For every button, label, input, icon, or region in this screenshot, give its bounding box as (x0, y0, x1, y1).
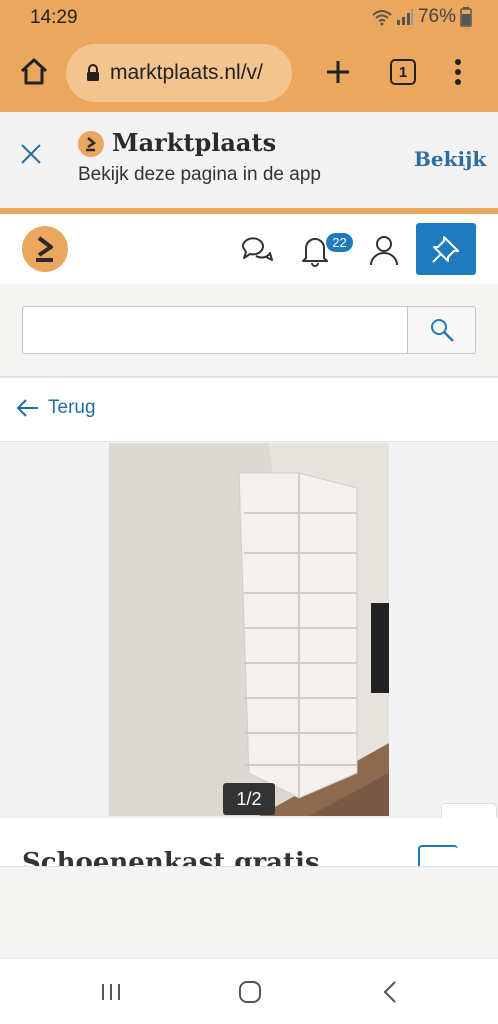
status-bar: 14:29 76% (0, 0, 498, 36)
bell-icon[interactable] (300, 233, 330, 267)
arrow-left-icon (16, 399, 38, 417)
battery-icon (460, 7, 472, 27)
app-banner-title: Marktplaats (112, 128, 277, 157)
chat-icon[interactable] (240, 232, 274, 266)
listing-action-button[interactable] (418, 845, 458, 866)
search-button[interactable] (407, 306, 476, 354)
lock-icon (87, 64, 99, 81)
browser-toolbar: marktplaats.nl/v/ 1 (0, 36, 498, 112)
wifi-icon (372, 10, 392, 26)
listing-photo[interactable] (109, 443, 389, 816)
signal-icon (396, 9, 413, 25)
address-bar[interactable]: marktplaats.nl/v/ (66, 44, 292, 102)
notification-badge: 22 (326, 233, 353, 252)
listing-title: Schoenenkast gratis (22, 848, 320, 866)
back-label: Terug (48, 397, 96, 418)
marktplaats-logo-small (78, 131, 104, 157)
status-icons (371, 8, 414, 26)
back-link[interactable]: Terug (16, 397, 96, 419)
tabs-button[interactable]: 1 (390, 59, 416, 85)
photo-counter: 1/2 (223, 783, 275, 815)
home-nav-icon[interactable] (238, 980, 262, 1004)
search-input[interactable] (22, 306, 408, 354)
status-right: 76% (371, 6, 472, 28)
plus-icon[interactable] (322, 56, 354, 88)
battery-percent: 76% (417, 6, 456, 27)
content-area (0, 866, 498, 958)
listing-card: Schoenenkast gratis (0, 818, 498, 866)
url-text: marktplaats.nl/v/ (110, 61, 263, 84)
open-in-app-button[interactable]: Bekijk (414, 147, 486, 171)
search-icon (430, 319, 454, 342)
user-icon[interactable] (368, 233, 400, 267)
more-vert-icon[interactable] (446, 56, 470, 88)
app-banner-subtitle: Bekijk deze pagina in de app (78, 164, 321, 185)
status-time: 14:29 (30, 7, 78, 28)
home-icon[interactable] (18, 56, 50, 88)
marktplaats-logo[interactable] (22, 226, 68, 272)
pin-icon (432, 236, 459, 263)
recent-apps-icon[interactable] (100, 982, 122, 1002)
shoe-cabinet-image (109, 443, 389, 816)
close-icon[interactable] (20, 143, 42, 165)
back-nav-icon[interactable] (382, 980, 398, 1004)
place-ad-button[interactable] (416, 223, 476, 275)
